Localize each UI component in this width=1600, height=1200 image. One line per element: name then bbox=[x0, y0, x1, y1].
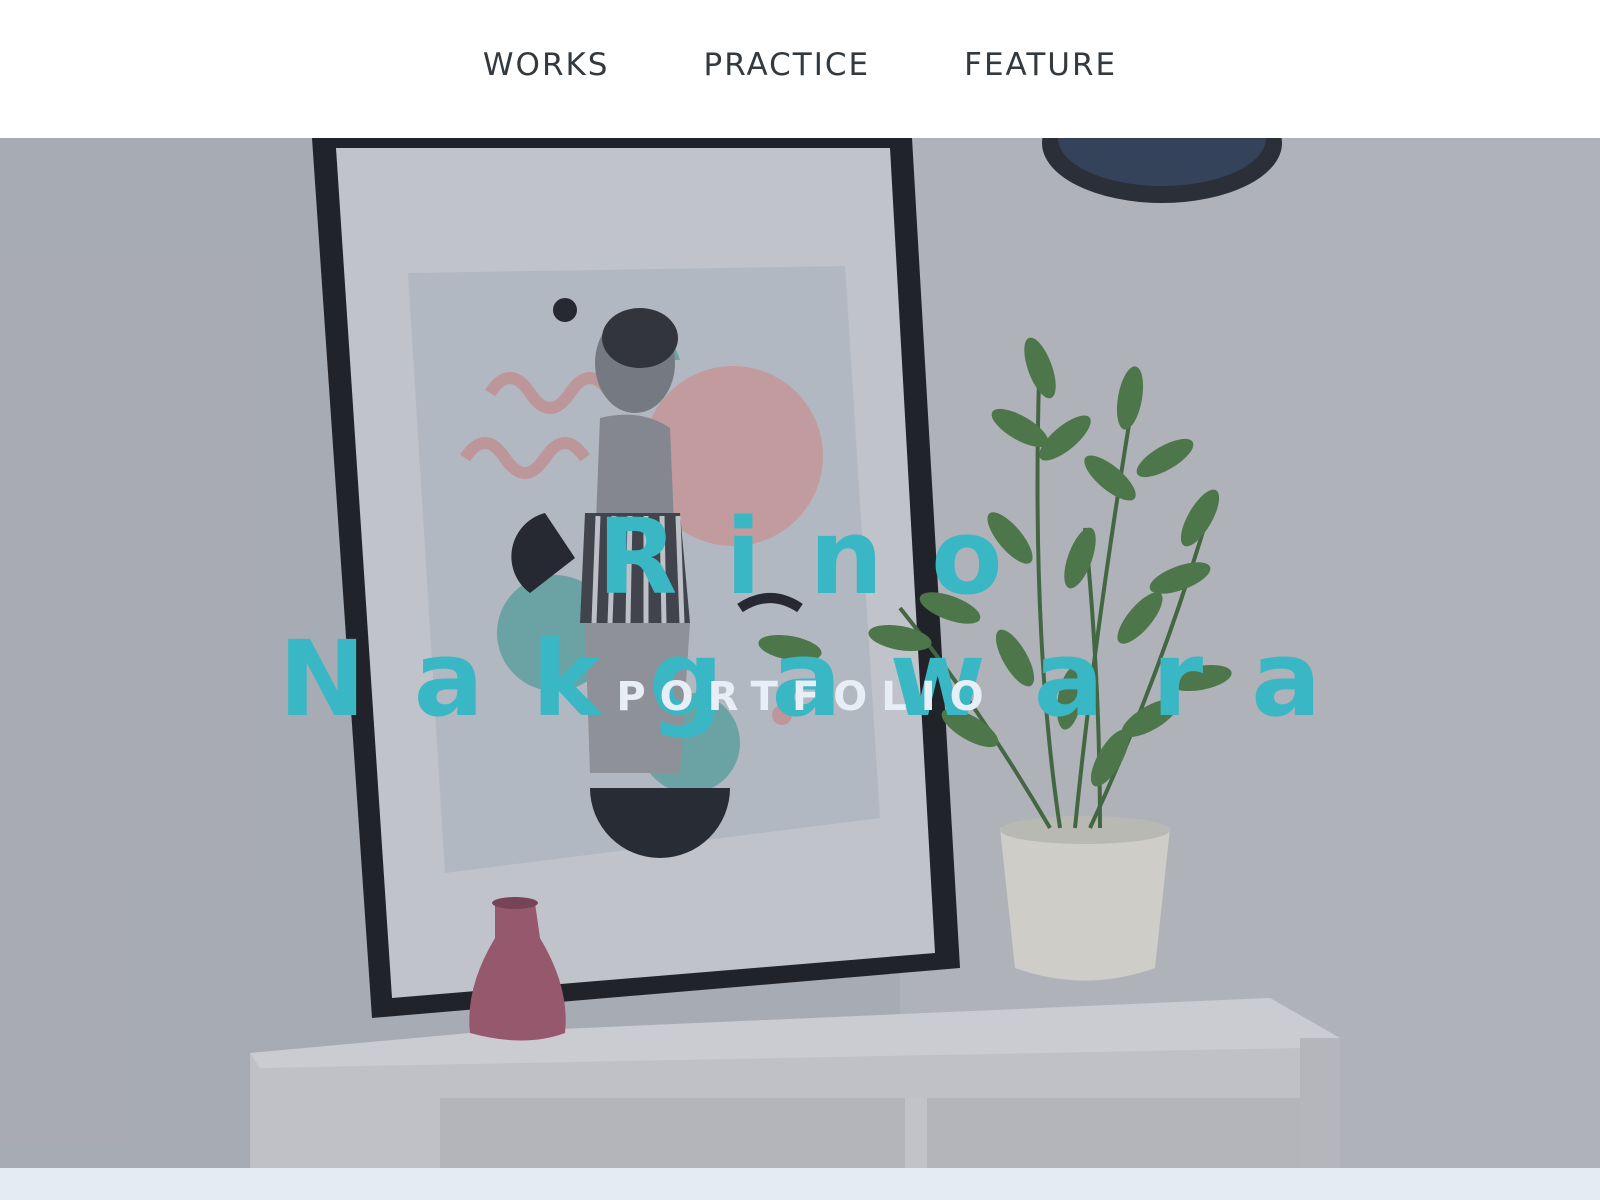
nav-link-practice[interactable]: PRACTICE bbox=[704, 47, 871, 83]
nav-link-works[interactable]: WORKS bbox=[483, 47, 610, 83]
top-navigation: WORKS PRACTICE FEATURE bbox=[0, 0, 1600, 138]
hero-subtitle: PORTFOLIO bbox=[616, 674, 998, 720]
next-section-edge bbox=[0, 1168, 1600, 1200]
nav-link-feature[interactable]: FEATURE bbox=[964, 47, 1117, 83]
hero-section: Rino Nakgawara PORTFOLIO bbox=[0, 138, 1600, 1168]
